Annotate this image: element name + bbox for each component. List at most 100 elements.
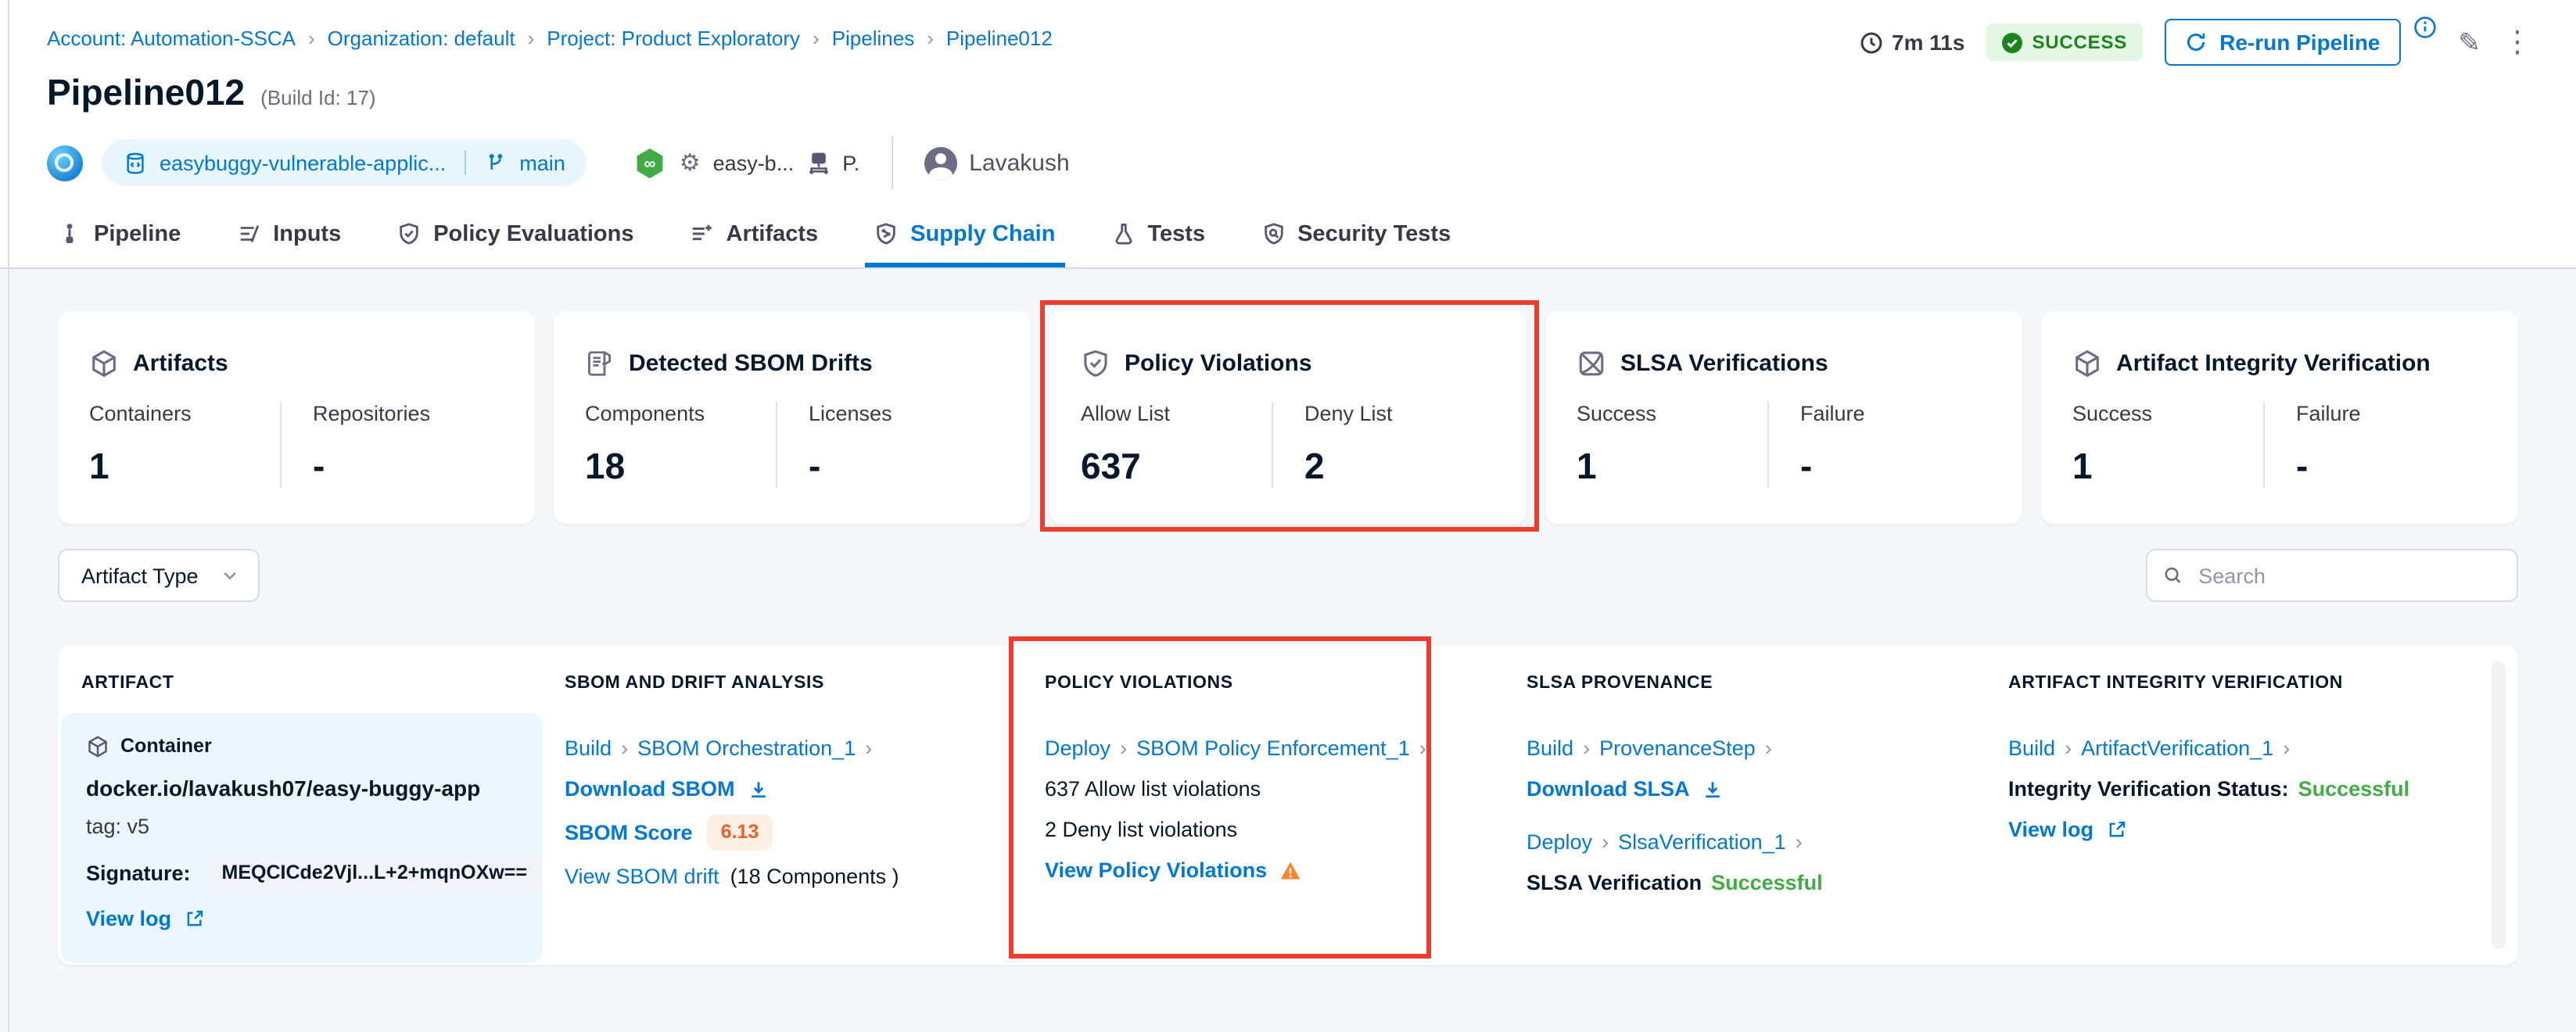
tab-tests[interactable]: Tests bbox=[1111, 200, 1205, 267]
search-input[interactable] bbox=[2195, 562, 2501, 589]
slsa-step1-link[interactable]: ProvenanceStep bbox=[1599, 733, 1756, 763]
breadcrumb-pipeline012[interactable]: Pipeline012 bbox=[946, 26, 1053, 49]
security-shield-icon bbox=[1261, 222, 1285, 245]
chevron-separator-icon: › bbox=[528, 26, 535, 49]
vertical-divider bbox=[891, 136, 892, 189]
view-sbom-drift-link[interactable]: View SBOM drift bbox=[565, 862, 719, 891]
duration-text: 7m 11s bbox=[1892, 30, 1964, 55]
download-sbom-link[interactable]: Download SBOM bbox=[565, 774, 735, 804]
rerun-pipeline-button[interactable]: Re-run Pipeline bbox=[2165, 19, 2400, 66]
col-header-sbom: SBOM AND DRIFT ANALYSIS bbox=[565, 674, 1045, 693]
info-icon[interactable] bbox=[2413, 16, 2437, 47]
view-log-link[interactable]: View log bbox=[2008, 815, 2093, 844]
tab-supply-chain[interactable]: Supply Chain bbox=[874, 200, 1055, 267]
sbom-stage-link[interactable]: Build bbox=[565, 733, 612, 763]
stat-value: 1 bbox=[89, 446, 280, 488]
edit-pencil-icon[interactable]: ✎ bbox=[2459, 29, 2481, 56]
card-artifact-integrity: Artifact Integrity Verification Success1… bbox=[2041, 311, 2518, 524]
artifact-cell: Container docker.io/lavakush07/easy-bugg… bbox=[61, 713, 543, 963]
external-link-icon[interactable] bbox=[2106, 819, 2126, 840]
search-icon bbox=[2163, 564, 2183, 586]
download-icon[interactable] bbox=[1702, 778, 1724, 800]
table-row: Container docker.io/lavakush07/easy-bugg… bbox=[58, 713, 2518, 957]
pill-divider bbox=[465, 150, 466, 175]
signature-value[interactable]: MEQCICde2Vjl...L+2+mqnOXw== bbox=[206, 854, 543, 893]
build-id: (Build Id: 17) bbox=[260, 86, 375, 109]
cube-icon bbox=[86, 735, 109, 758]
sbom-step-link[interactable]: SBOM Orchestration_1 bbox=[637, 733, 856, 763]
execution-meta: 7m 11s SUCCESS Re-run Pipeline ✎ ⋮ bbox=[1859, 19, 2532, 66]
breadcrumb-organization[interactable]: Organization: default bbox=[328, 26, 515, 49]
download-slsa-link[interactable]: Download SLSA bbox=[1527, 774, 1690, 804]
breadcrumb-project[interactable]: Project: Product Exploratory bbox=[547, 26, 800, 49]
infra-icon bbox=[806, 151, 830, 174]
slsa-stage1-link[interactable]: Build bbox=[1527, 733, 1573, 763]
ci-hexagon-icon: ∞ bbox=[634, 146, 667, 179]
breadcrumb-account[interactable]: Account: Automation-SSCA bbox=[47, 26, 296, 49]
repo-name: easybuggy-vulnerable-applic... bbox=[160, 151, 446, 174]
card-slsa-verifications: SLSA Verifications Success1 Failure- bbox=[1545, 311, 2022, 524]
view-log-link[interactable]: View log bbox=[86, 904, 171, 933]
branch-name: main bbox=[519, 151, 565, 174]
policy-violations-cell: Deploy› SBOM Policy Enforcement_1› 637 A… bbox=[1045, 713, 1527, 963]
status-badge-label: SUCCESS bbox=[2032, 31, 2127, 53]
card-title: SLSA Verifications bbox=[1620, 350, 1828, 377]
stat-label: Allow List bbox=[1081, 402, 1272, 425]
duration: 7m 11s bbox=[1859, 30, 1964, 55]
slsa-verification-label: SLSA Verification bbox=[1527, 868, 1702, 898]
slsa-step2-link[interactable]: SlsaVerification_1 bbox=[1618, 827, 1786, 857]
breadcrumb-pipelines[interactable]: Pipelines bbox=[832, 26, 915, 49]
external-link-icon[interactable] bbox=[184, 908, 204, 929]
search-box bbox=[2146, 549, 2518, 602]
stat-value: 637 bbox=[1081, 446, 1272, 488]
rerun-pipeline-label: Re-run Pipeline bbox=[2219, 30, 2380, 55]
stat-label: Success bbox=[2072, 402, 2263, 425]
policy-step-link[interactable]: SBOM Policy Enforcement_1 bbox=[1136, 733, 1410, 763]
slsa-icon bbox=[1577, 349, 1606, 378]
tab-policy-evaluations[interactable]: Policy Evaluations bbox=[397, 200, 633, 267]
policy-stage-link[interactable]: Deploy bbox=[1045, 733, 1110, 763]
pipeline-icon bbox=[58, 222, 81, 245]
stat-value: - bbox=[313, 446, 504, 488]
sbom-score-link[interactable]: SBOM Score bbox=[565, 818, 693, 847]
stat-value: 18 bbox=[585, 446, 776, 488]
artifact-image: docker.io/lavakush07/easy-buggy-app bbox=[86, 776, 518, 801]
table-scrollbar[interactable] bbox=[2492, 661, 2506, 949]
clock-icon bbox=[1859, 30, 1882, 54]
tab-label: Supply Chain bbox=[910, 221, 1055, 246]
artifact-tag: tag: v5 bbox=[86, 815, 518, 838]
svg-text:∞: ∞ bbox=[644, 154, 656, 172]
tab-security-tests[interactable]: Security Tests bbox=[1261, 200, 1451, 267]
shield-check-icon bbox=[1081, 349, 1110, 378]
filter-row: Artifact Type bbox=[58, 549, 2518, 602]
tab-artifacts[interactable]: Artifacts bbox=[691, 200, 819, 267]
status-badge: SUCCESS bbox=[1986, 23, 2143, 61]
stat-label: Success bbox=[1577, 402, 1767, 425]
tab-pipeline[interactable]: Pipeline bbox=[58, 200, 181, 267]
integrity-stage-link[interactable]: Build bbox=[2008, 733, 2055, 763]
card-artifacts: Artifacts Containers1 Repositories- bbox=[58, 311, 535, 524]
stat-value: 2 bbox=[1304, 446, 1495, 488]
inputs-icon bbox=[237, 222, 260, 245]
view-policy-violations-link[interactable]: View Policy Violations bbox=[1045, 855, 1267, 885]
integrity-step-link[interactable]: ArtifactVerification_1 bbox=[2081, 733, 2273, 763]
repo-branch-pill[interactable]: easybuggy-vulnerable-applic... main bbox=[102, 139, 587, 186]
artifact-table: ARTIFACT SBOM AND DRIFT ANALYSIS POLICY … bbox=[58, 646, 2518, 965]
slsa-stage2-link[interactable]: Deploy bbox=[1527, 827, 1592, 857]
avatar bbox=[924, 146, 956, 179]
tab-label: Tests bbox=[1147, 221, 1205, 246]
panel-left-border bbox=[8, 0, 9, 1032]
artifact-type-dropdown[interactable]: Artifact Type bbox=[58, 549, 260, 602]
summary-cards: Artifacts Containers1 Repositories- Dete… bbox=[58, 269, 2518, 524]
stat-label: Deny List bbox=[1304, 402, 1495, 425]
tab-inputs[interactable]: Inputs bbox=[237, 200, 341, 267]
kebab-menu-icon[interactable]: ⋮ bbox=[2502, 27, 2532, 57]
col-header-slsa: SLSA PROVENANCE bbox=[1527, 674, 2008, 693]
sbom-cell: Build› SBOM Orchestration_1› Download SB… bbox=[565, 713, 1045, 963]
download-icon[interactable] bbox=[748, 778, 770, 800]
stat-label: Failure bbox=[1800, 402, 1991, 425]
slsa-verification-status: Successful bbox=[1711, 868, 1823, 898]
stat-label: Licenses bbox=[809, 402, 999, 425]
branch-icon bbox=[485, 152, 507, 174]
chevron-separator-icon: › bbox=[927, 26, 934, 49]
